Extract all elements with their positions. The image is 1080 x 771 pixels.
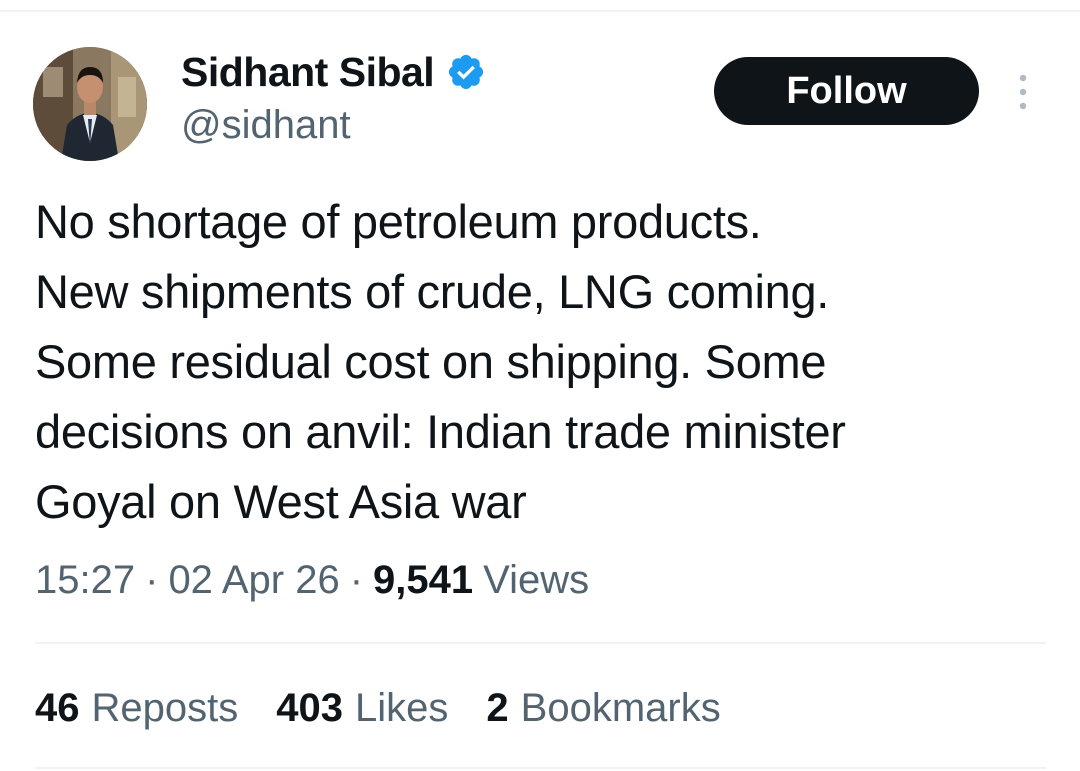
tweet-meta: 15:27 · 02 Apr 26 · 9,541 Views — [35, 558, 589, 603]
meta-separator: · — [349, 558, 364, 602]
meta-separator: · — [145, 558, 159, 602]
views-count: 9,541 — [373, 558, 474, 602]
top-divider — [0, 10, 1080, 12]
likes-label: Likes — [355, 686, 449, 730]
verified-badge-icon — [446, 52, 486, 92]
more-options-icon[interactable] — [1011, 72, 1035, 112]
views-label: Views — [483, 558, 590, 602]
bookmarks-count: 2 — [486, 686, 509, 730]
bookmarks-label: Bookmarks — [520, 686, 721, 730]
engagement-stats: 46 Reposts 403 Likes 2 Bookmarks — [35, 686, 759, 731]
reposts-stat[interactable]: 46 Reposts — [35, 686, 238, 731]
tweet-text: No shortage of petroleum products. New s… — [35, 195, 846, 528]
tweet-time[interactable]: 15:27 — [35, 558, 135, 603]
likes-count: 403 — [276, 686, 343, 730]
avatar[interactable] — [33, 47, 147, 161]
author-handle[interactable]: @sidhant — [181, 103, 351, 148]
stats-divider-bottom — [35, 767, 1046, 769]
stats-divider-top — [35, 642, 1046, 644]
follow-button[interactable]: Follow — [714, 57, 979, 125]
likes-stat[interactable]: 403 Likes — [276, 686, 448, 731]
bookmarks-stat[interactable]: 2 Bookmarks — [486, 686, 720, 731]
reposts-count: 46 — [35, 686, 80, 730]
reposts-label: Reposts — [91, 686, 239, 730]
author-display-name[interactable]: Sidhant Sibal — [181, 49, 435, 96]
avatar-image — [33, 47, 147, 161]
tweet-date[interactable]: 02 Apr 26 — [168, 558, 339, 603]
author-name-row[interactable]: Sidhant Sibal — [181, 49, 486, 95]
